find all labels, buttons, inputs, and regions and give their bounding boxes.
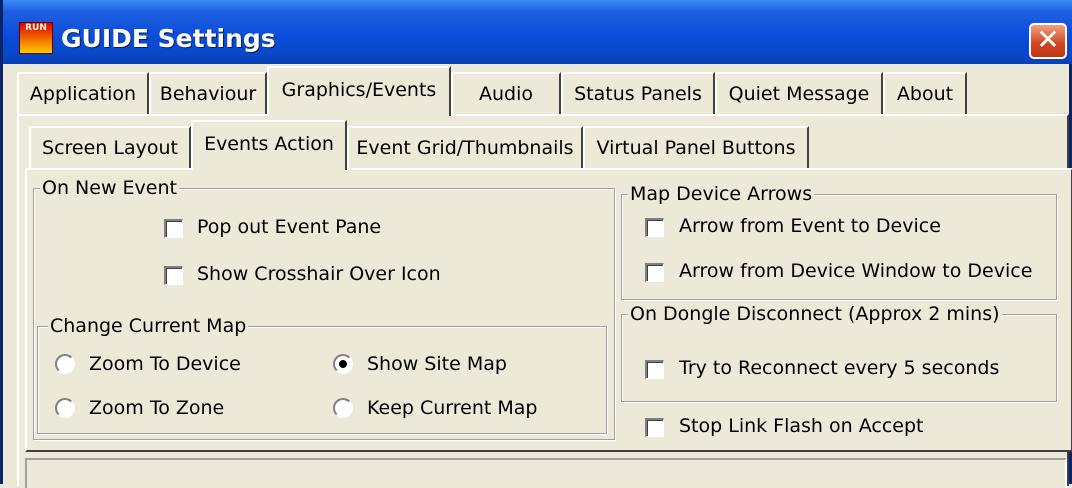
close-button[interactable]: ✕ — [1029, 23, 1067, 59]
stop-link-flash-label: Stop Link Flash on Accept — [679, 415, 924, 437]
tab-behaviour[interactable]: Behaviour — [149, 72, 267, 114]
tab-event-grid-thumbnails[interactable]: Event Grid/Thumbnails — [347, 126, 583, 168]
close-icon: ✕ — [1036, 23, 1060, 56]
tab-graphics-events[interactable]: Graphics/Events — [267, 66, 451, 116]
reconnect-checkbox[interactable] — [645, 360, 664, 379]
title-bar[interactable]: RUN GUIDE Settings ✕ — [3, 0, 1072, 64]
zoom-to-device-radio[interactable] — [55, 354, 75, 374]
change-current-map-legend: Change Current Map — [48, 315, 249, 337]
tab-about[interactable]: About — [883, 72, 967, 114]
settings-window: RUN GUIDE Settings ✕ Application Behavio… — [0, 0, 1072, 488]
arrow-event-to-device-label: Arrow from Event to Device — [679, 215, 941, 237]
arrow-window-to-device-checkbox[interactable] — [645, 263, 664, 282]
sub-tab-row: Screen Layout Events Action Event Grid/T… — [3, 120, 1069, 174]
main-tab-row: Application Behaviour Graphics/Events Au… — [3, 66, 1069, 120]
tab-audio[interactable]: Audio — [451, 72, 561, 114]
zoom-to-device-label: Zoom To Device — [89, 353, 241, 375]
arrow-window-to-device-label: Arrow from Device Window to Device — [679, 260, 1033, 282]
zoom-to-zone-radio[interactable] — [55, 398, 75, 418]
tab-virtual-panel-buttons[interactable]: Virtual Panel Buttons — [583, 126, 809, 168]
zoom-to-zone-label: Zoom To Zone — [89, 397, 225, 419]
window-title: GUIDE Settings — [61, 24, 276, 53]
keep-current-map-label: Keep Current Map — [367, 397, 538, 419]
keep-current-map-radio[interactable] — [333, 398, 353, 418]
tab-quiet-message[interactable]: Quiet Message — [715, 72, 883, 114]
map-device-arrows-legend: Map Device Arrows — [628, 183, 815, 205]
arrow-event-to-device-checkbox[interactable] — [645, 218, 664, 237]
tab-status-panels[interactable]: Status Panels — [561, 72, 715, 114]
on-new-event-legend: On New Event — [40, 177, 179, 199]
show-site-map-radio[interactable] — [333, 354, 353, 374]
show-site-map-label: Show Site Map — [367, 353, 507, 375]
tab-screen-layout[interactable]: Screen Layout — [29, 126, 191, 168]
map-device-arrows-group: Map Device Arrows — [621, 183, 1057, 300]
pop-out-event-pane-label: Pop out Event Pane — [197, 216, 382, 238]
dongle-disconnect-legend: On Dongle Disconnect (Approx 2 mins) — [628, 303, 1002, 325]
show-crosshair-checkbox[interactable] — [164, 266, 183, 285]
show-crosshair-label: Show Crosshair Over Icon — [197, 263, 441, 285]
pop-out-event-pane-checkbox[interactable] — [164, 219, 183, 238]
stop-link-flash-checkbox[interactable] — [645, 418, 664, 437]
tab-application[interactable]: Application — [17, 72, 149, 114]
app-icon-text: RUN — [25, 23, 47, 33]
tab-events-action[interactable]: Events Action — [191, 120, 347, 170]
app-icon: RUN — [19, 22, 53, 54]
reconnect-label: Try to Reconnect every 5 seconds — [679, 357, 1000, 379]
